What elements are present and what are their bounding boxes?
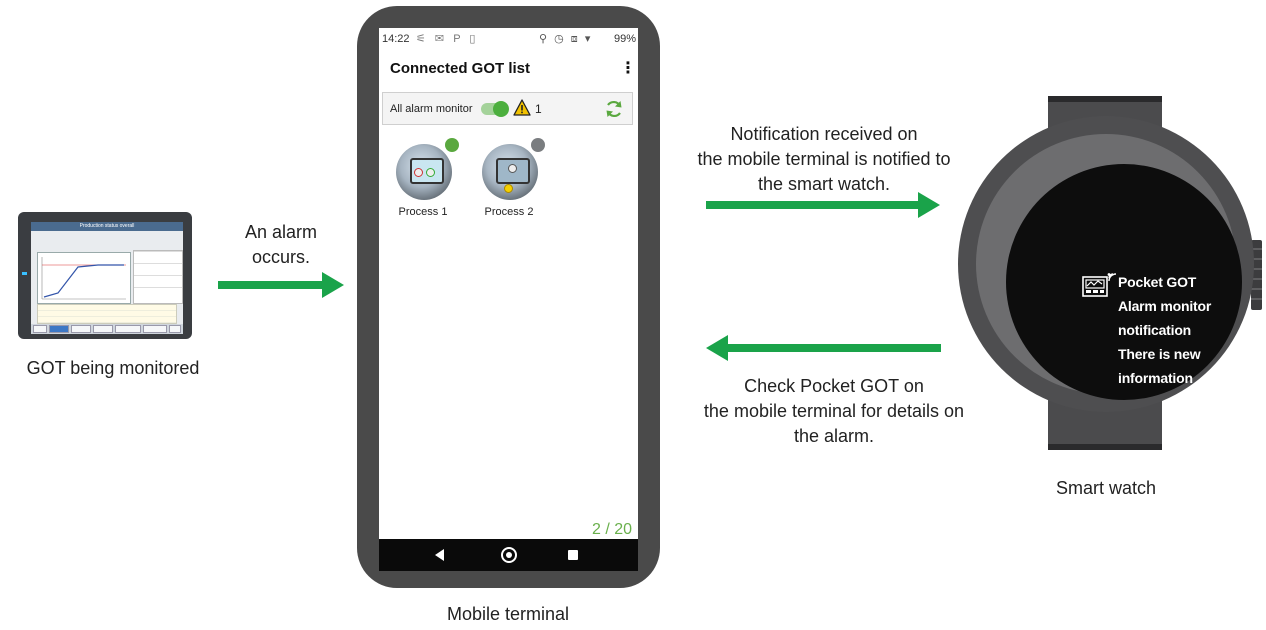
got-thumbnail-dot [414, 168, 423, 177]
notify-arrow-head [918, 192, 940, 218]
status-battery: 99% [613, 33, 636, 45]
alarm-arrow-head [322, 272, 344, 298]
watch-notification-line: There is new [1118, 346, 1201, 362]
got-thumbnail-dot [426, 168, 435, 177]
got-label: Process 2 [484, 206, 534, 218]
phone-caption: Mobile terminal [446, 604, 570, 624]
got-screen-title: Production status overall [79, 223, 135, 229]
got-footer-bar [31, 324, 183, 334]
got-list-item-process-2[interactable]: Process 2 [469, 136, 549, 226]
smart-watch: Pocket GOT Alarm monitor notification Th… [958, 116, 1254, 412]
got-home-button [33, 325, 47, 333]
warning-icon [513, 99, 531, 116]
got-status-indicator [531, 138, 545, 152]
all-alarm-monitor-bar: All alarm monitor 1 [382, 92, 633, 125]
navigation-bar [379, 539, 638, 571]
watch-notification-line: information [1118, 370, 1193, 386]
app-title: Connected GOT list [390, 60, 531, 77]
notify-description: Notification received on the mobile term… [664, 122, 984, 197]
watch-face: Pocket GOT Alarm monitor notification Th… [1006, 164, 1242, 400]
got-screen: Production status overall [31, 222, 183, 334]
alarm-monitor-toggle-knob [493, 101, 509, 117]
refresh-icon[interactable] [604, 99, 624, 119]
got-alarm-log [37, 304, 177, 324]
got-list-item-process-1[interactable]: Process 1 [383, 136, 463, 226]
back-icon[interactable] [435, 549, 444, 561]
home-icon[interactable] [501, 547, 517, 563]
got-trend-graph-lines [41, 257, 126, 300]
got-log-line [38, 317, 176, 323]
alarm-arrow-shaft [218, 281, 324, 289]
mobile-terminal: 14:22 ⚟ ✉ P ▯ ⚲ ◷ ⧈ ▾ 99% Connected GOT … [357, 6, 660, 588]
check-arrow-head [706, 335, 728, 361]
watch-notification-line: notification [1118, 322, 1192, 338]
status-time: 14:22 [382, 33, 410, 45]
got-trend-graph [37, 252, 131, 304]
alarm-occurs-line2: occurs. [251, 247, 311, 267]
got-footer-button [115, 325, 141, 333]
alarm-count: 1 [535, 102, 542, 116]
got-thumbnail [482, 144, 538, 200]
got-footer-button [93, 325, 113, 333]
check-description: Check Pocket GOT on the mobile terminal … [664, 374, 1004, 449]
check-line1: Check Pocket GOT on [744, 376, 924, 396]
notify-line1: Notification received on [730, 124, 918, 144]
got-thumbnail-dot [504, 184, 513, 193]
watch-caption: Smart watch [1055, 478, 1157, 498]
got-return-button [169, 325, 181, 333]
status-notification-icons: ⚟ ✉ P ▯ [416, 33, 479, 45]
recents-icon[interactable] [568, 550, 578, 560]
got-caption: GOT being monitored [26, 358, 200, 378]
status-system-icons: ⚲ ◷ ⧈ ▾ [539, 33, 593, 45]
got-thumbnail-dot [508, 164, 517, 173]
phone-screen: 14:22 ⚟ ✉ P ▯ ⚲ ◷ ⧈ ▾ 99% Connected GOT … [379, 28, 638, 571]
check-line3: the alarm. [793, 426, 875, 446]
all-alarm-monitor-label: All alarm monitor [390, 103, 473, 115]
alarm-monitor-toggle[interactable] [481, 101, 509, 117]
kebab-menu-icon[interactable]: ⋮ [620, 58, 636, 78]
page-counter: 2 / 20 [591, 521, 632, 538]
got-footer-button [143, 325, 167, 333]
got-label: Process 1 [398, 206, 448, 218]
watch-strap-bottom-edge [1048, 444, 1162, 450]
watch-notification-line: Alarm monitor [1118, 298, 1212, 314]
crown-rib [1251, 298, 1262, 300]
home-icon-dot [506, 552, 512, 558]
got-footer-button [49, 325, 69, 333]
crown-rib [1251, 288, 1262, 290]
watch-notification-line: Pocket GOT [1118, 274, 1197, 290]
got-status-led [22, 272, 27, 275]
got-footer-button [71, 325, 91, 333]
status-bar: 14:22 ⚟ ✉ P ▯ ⚲ ◷ ⧈ ▾ 99% [379, 28, 638, 50]
alarm-occurs-line1: An alarm [244, 222, 318, 242]
pocket-got-app-icon [1082, 273, 1117, 297]
check-arrow-shaft [726, 344, 941, 352]
notify-line2: the mobile terminal is notified to [697, 149, 951, 169]
got-device: Production status overall [18, 212, 192, 339]
got-table-row [134, 287, 182, 300]
alarm-occurs-label: An alarm occurs. [222, 220, 340, 270]
watch-strap-top-edge [1048, 96, 1162, 102]
got-thumbnail [396, 144, 452, 200]
watch-bezel: Pocket GOT Alarm monitor notification Th… [976, 134, 1242, 400]
got-title-bar: Production status overall [31, 222, 183, 231]
notify-arrow-shaft [706, 201, 920, 209]
got-value-table [133, 250, 183, 304]
check-line2: the mobile terminal for details on [703, 401, 965, 421]
got-status-indicator [445, 138, 459, 152]
